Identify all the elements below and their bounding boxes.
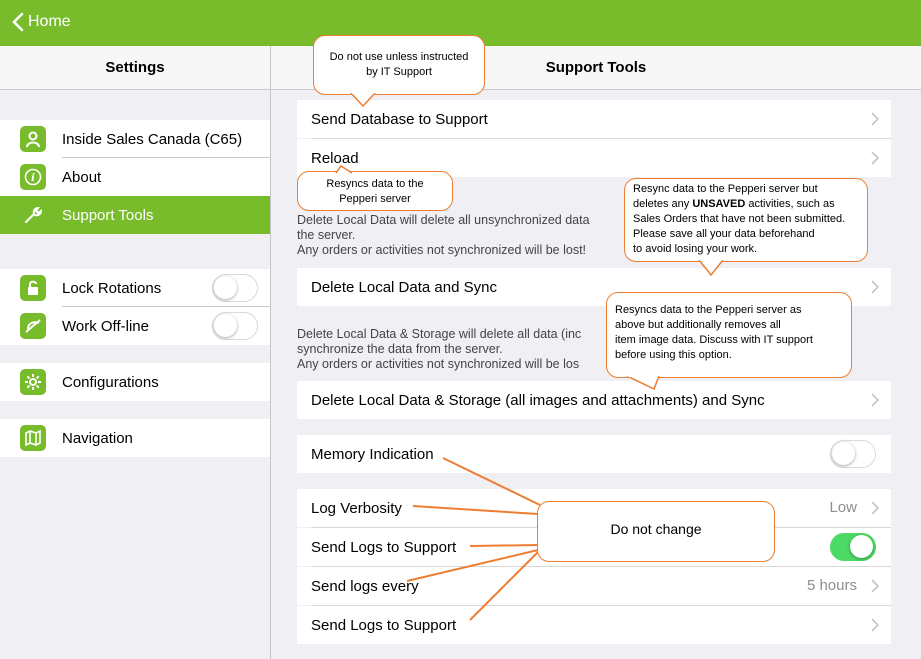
sidebar-item-label: Lock Rotations bbox=[62, 279, 162, 297]
info-icon: i bbox=[20, 164, 46, 190]
callout-line: item image data. Discuss with IT support bbox=[615, 334, 813, 346]
callout-line: above but additionally removes all bbox=[615, 319, 781, 331]
desc-line: Delete Local Data will delete all unsync… bbox=[297, 213, 590, 227]
offline-icon bbox=[20, 313, 46, 339]
memory-indication-toggle[interactable] bbox=[830, 440, 876, 468]
callout-pointer bbox=[698, 260, 724, 276]
callout-line: to avoid losing your work. bbox=[633, 243, 758, 255]
callout-resyncs: Resyncs data to the Pepperi server bbox=[297, 171, 453, 211]
sidebar-item-navigation[interactable]: Navigation bbox=[0, 419, 270, 457]
chevron-right-icon bbox=[871, 280, 879, 294]
callout-line: before using this option. bbox=[615, 349, 732, 361]
send-logs-every-value: 5 hours bbox=[806, 577, 857, 594]
memory-indication-row: Memory Indication bbox=[297, 435, 891, 473]
chevron-right-icon bbox=[871, 112, 879, 126]
callout-line: Resync data to the Pepperi server but bbox=[633, 183, 818, 195]
home-back-button[interactable]: Home bbox=[12, 12, 71, 32]
sidebar-item-configurations[interactable]: Configurations bbox=[0, 363, 270, 401]
sidebar-item-label: Support Tools bbox=[62, 206, 154, 224]
callout-unsaved: Resync data to the Pepperi server but de… bbox=[624, 178, 868, 262]
callout-line: deletes any UNSAVED activities, such as bbox=[633, 198, 835, 210]
lock-rotations-toggle[interactable] bbox=[212, 274, 258, 302]
log-verbosity-value: Low bbox=[829, 499, 857, 516]
callout-line: Pepperi server bbox=[339, 193, 411, 205]
send-logs-every-row[interactable]: Send logs every 5 hours bbox=[297, 567, 891, 605]
row-label: Send Logs to Support bbox=[311, 538, 457, 556]
callout-pointer bbox=[350, 93, 376, 107]
callout-line: by IT Support bbox=[366, 66, 432, 78]
callout-line: Resyncs data to the bbox=[326, 178, 424, 190]
sidebar-item-inside-sales[interactable]: Inside Sales Canada (C65) bbox=[0, 120, 270, 158]
row-label: Log Verbosity bbox=[311, 499, 402, 517]
callout-pointer bbox=[335, 165, 353, 174]
send-database-row[interactable]: Send Database to Support bbox=[297, 100, 891, 138]
sidebar-item-label: Configurations bbox=[62, 373, 159, 391]
map-icon bbox=[20, 425, 46, 451]
row-label: Memory Indication bbox=[311, 445, 434, 463]
chevron-right-icon bbox=[871, 393, 879, 407]
sidebar-item-about[interactable]: i About bbox=[0, 158, 270, 196]
sidebar-item-label: Work Off-line bbox=[62, 317, 149, 335]
settings-title: Settings bbox=[0, 46, 270, 90]
delete-local-storage-row[interactable]: Delete Local Data & Storage (all images … bbox=[297, 381, 891, 419]
row-label: Send Database to Support bbox=[311, 110, 488, 128]
work-offline-toggle[interactable] bbox=[212, 312, 258, 340]
callout-images: Resyncs data to the Pepperi server as ab… bbox=[606, 292, 852, 378]
send-logs-row[interactable]: Send Logs to Support bbox=[297, 606, 891, 644]
sidebar-item-lock-rotations: Lock Rotations bbox=[0, 269, 270, 307]
sidebar-item-support-tools[interactable]: Support Tools bbox=[0, 196, 270, 234]
row-label: Delete Local Data & Storage (all images … bbox=[311, 391, 765, 409]
wrench-icon bbox=[20, 202, 46, 228]
row-label: Reload bbox=[311, 149, 359, 167]
chevron-right-icon bbox=[871, 579, 879, 593]
chevron-right-icon bbox=[871, 501, 879, 515]
row-label: Send logs every bbox=[311, 577, 419, 595]
callout-pointer bbox=[626, 376, 660, 390]
sidebar-item-label: About bbox=[62, 168, 102, 186]
send-logs-toggle[interactable] bbox=[830, 533, 876, 561]
callout-it-support: Do not use unless instructed by IT Suppo… bbox=[313, 35, 485, 95]
home-label: Home bbox=[28, 13, 71, 30]
lock-rotation-icon bbox=[20, 275, 46, 301]
chevron-right-icon bbox=[871, 618, 879, 632]
callout-line: Sales Orders that have not been submitte… bbox=[633, 213, 846, 225]
callout-do-not-change: Do not change bbox=[537, 501, 775, 562]
sidebar-item-label: Inside Sales Canada (C65) bbox=[62, 130, 243, 148]
row-label: Delete Local Data and Sync bbox=[311, 278, 497, 296]
chevron-right-icon bbox=[871, 151, 879, 165]
row-label: Send Logs to Support bbox=[311, 616, 457, 634]
user-icon bbox=[20, 126, 46, 152]
settings-sidebar: Settings Inside Sales Canada (C65) i Abo… bbox=[0, 46, 271, 659]
sidebar-item-label: Navigation bbox=[62, 429, 133, 447]
callout-line: Please save all your data beforehand bbox=[633, 228, 815, 240]
callout-line: Do not use unless instructed bbox=[329, 51, 469, 63]
gear-icon bbox=[20, 369, 46, 395]
sidebar-item-work-offline: Work Off-line bbox=[0, 307, 270, 345]
callout-line: Resyncs data to the Pepperi server as bbox=[615, 304, 802, 316]
svg-text:i: i bbox=[31, 173, 35, 184]
chevron-left-icon bbox=[12, 12, 24, 32]
